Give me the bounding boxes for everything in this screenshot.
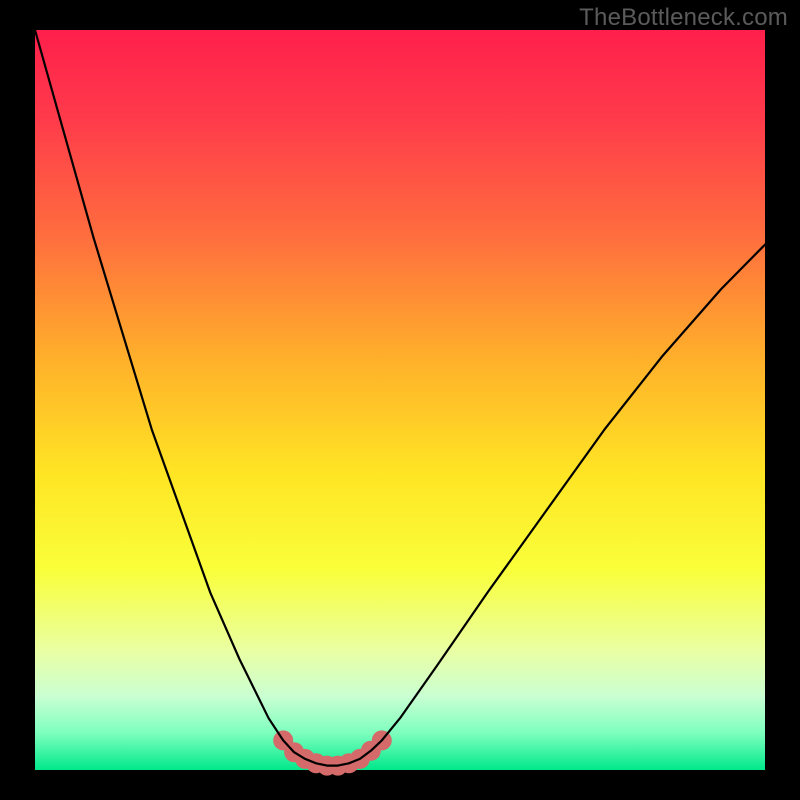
plot-gradient-area <box>35 30 765 770</box>
bottleneck-chart <box>0 0 800 800</box>
watermark-label: TheBottleneck.com <box>579 4 788 32</box>
